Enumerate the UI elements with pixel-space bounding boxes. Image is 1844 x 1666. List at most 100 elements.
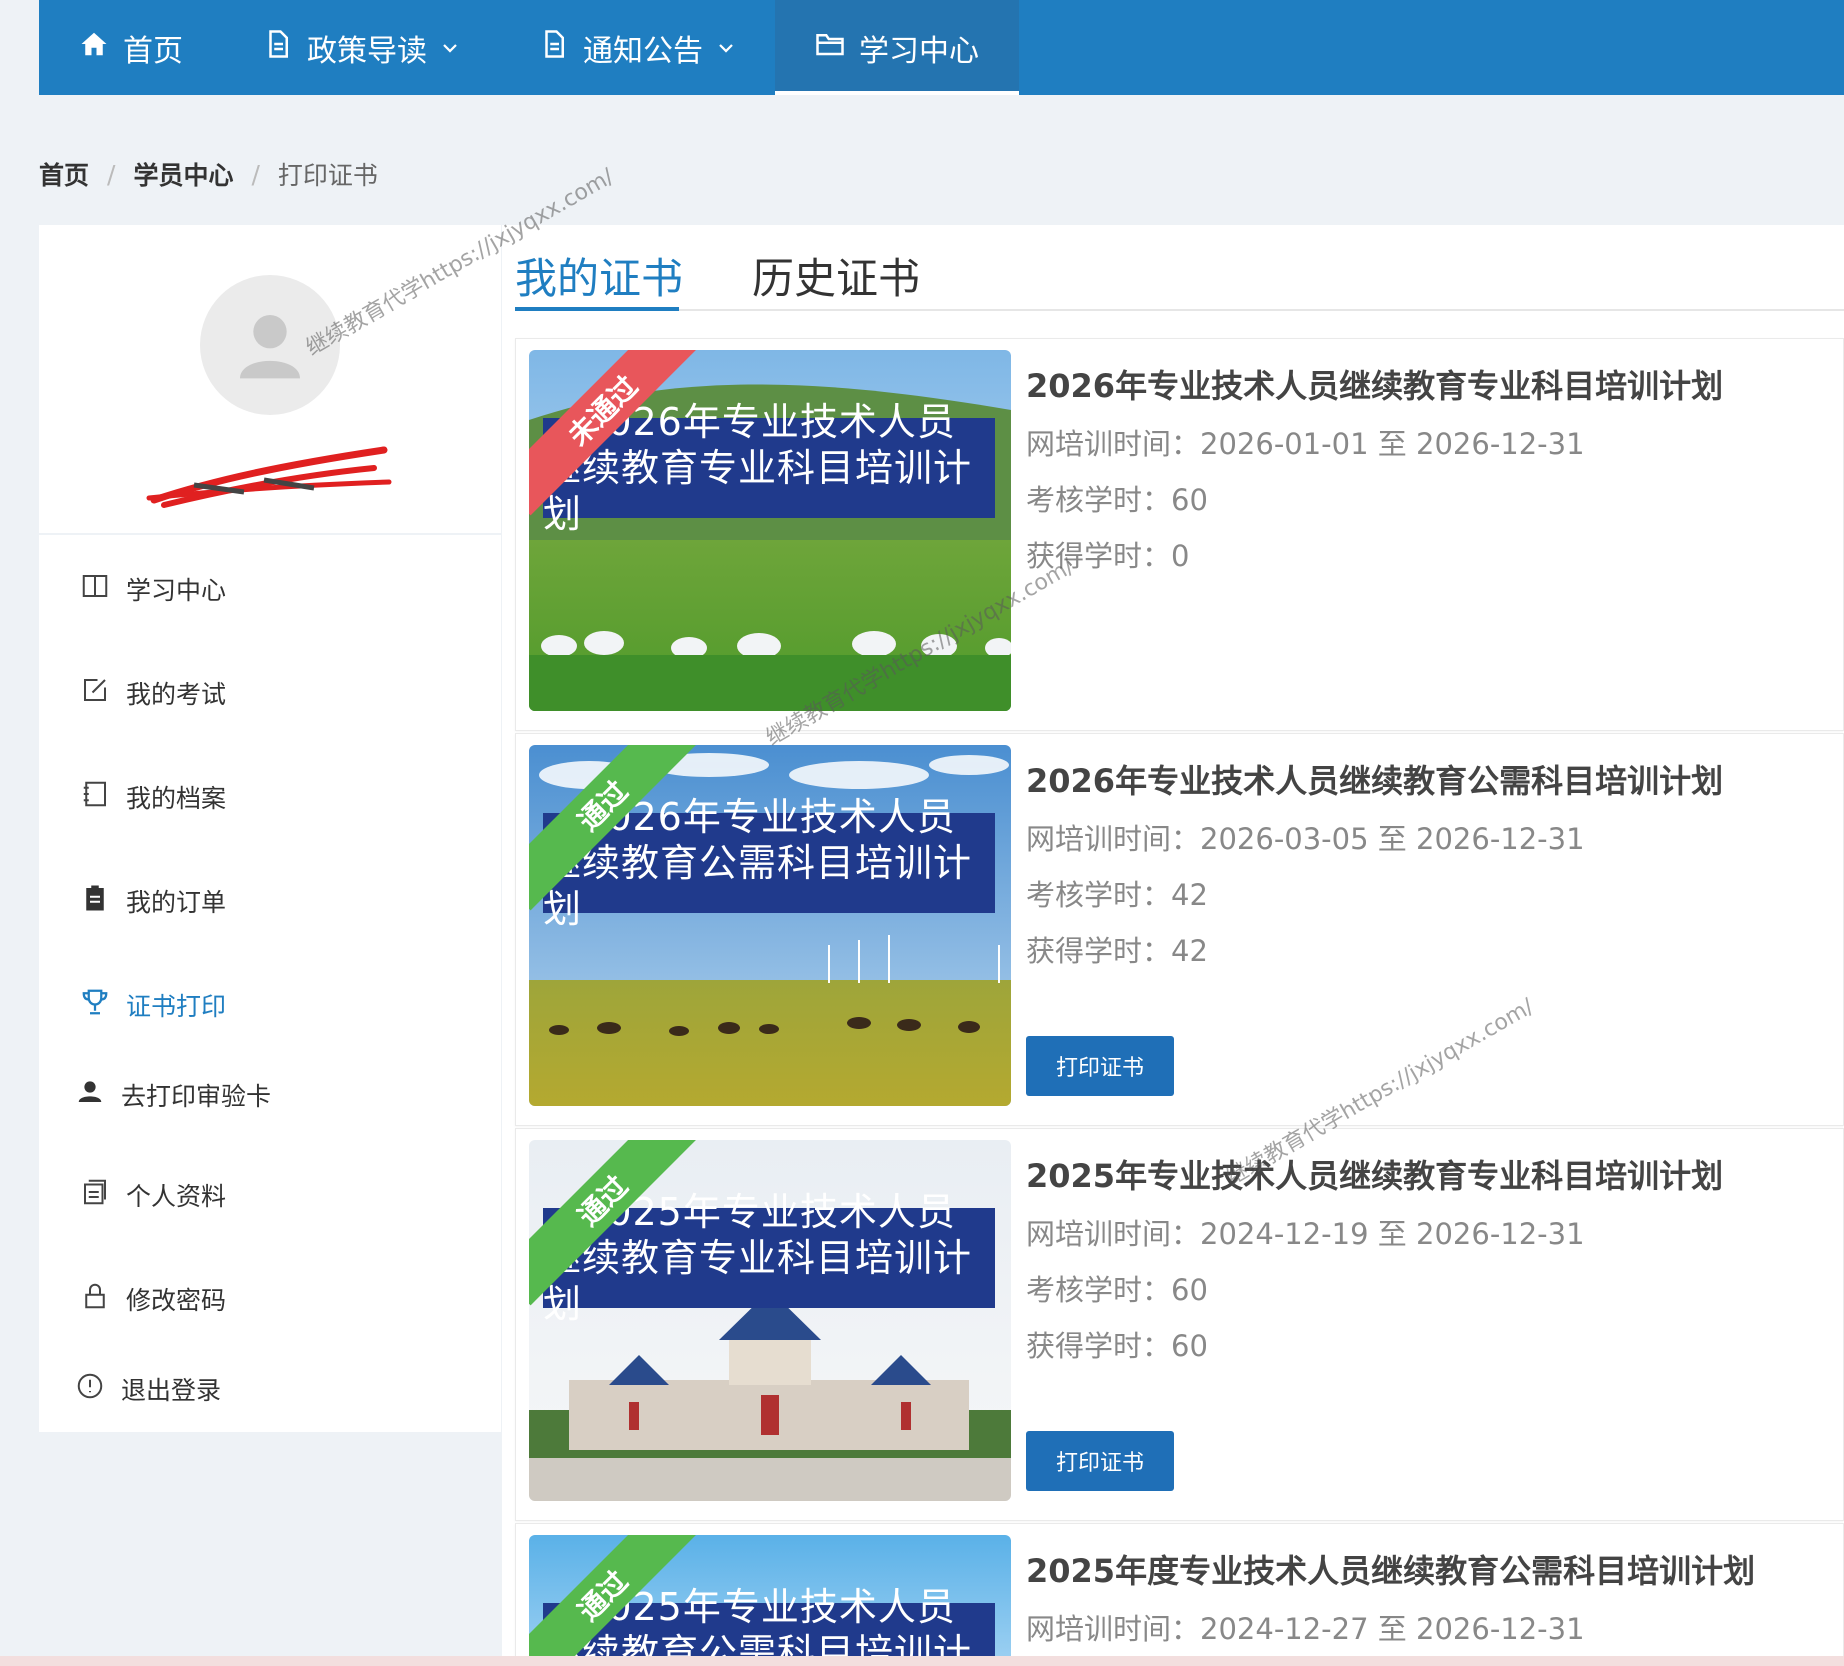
certificate-title: 2025年度专业技术人员继续教育公需科目培训计划: [1026, 1552, 1756, 1590]
period-start: 2026-01-01: [1200, 427, 1369, 461]
print-certificate-button[interactable]: 打印证书: [1026, 1036, 1174, 1096]
user-silhouette-icon: [240, 315, 300, 379]
sidebar-item-label: 我的考试: [126, 680, 227, 709]
banner-line: 继续教育专业科目培训计划: [543, 446, 973, 536]
nav-home-label: 首页: [123, 33, 183, 69]
nav-study-center-label: 学习中心: [859, 33, 979, 69]
trophy-icon: [80, 987, 110, 1023]
period-start: 2024-12-19: [1200, 1217, 1369, 1251]
period-end: 2026-12-31: [1416, 427, 1585, 461]
sidebar-item-profile[interactable]: 个人资料: [80, 1177, 226, 1213]
earned-value: 0: [1171, 539, 1190, 573]
required-value: 42: [1171, 878, 1208, 912]
required-label: 考核学时：: [1026, 1273, 1172, 1307]
sidebar-item-print-review-card[interactable]: 去打印审验卡: [75, 1077, 271, 1113]
tab-my-certificates[interactable]: 我的证书: [515, 245, 683, 306]
period-to: 至: [1377, 427, 1407, 461]
training-period: 网培训时间：2024-12-19 至 2026-12-31: [1026, 1211, 1723, 1253]
period-end: 2026-12-31: [1416, 1217, 1585, 1251]
breadcrumb-student-center[interactable]: 学员中心: [133, 156, 233, 192]
training-period: 网培训时间：2024-12-27 至 2026-12-31: [1026, 1606, 1755, 1648]
required-hours: 考核学时：60: [1026, 1267, 1723, 1309]
banner-line: 继续教育专业科目培训计划: [543, 1236, 973, 1326]
required-label: 考核学时：: [1026, 483, 1172, 517]
required-value: 60: [1171, 1273, 1208, 1307]
period-to: 至: [1377, 822, 1407, 856]
sidebar-item-label: 个人资料: [126, 1182, 227, 1211]
book-icon: [80, 571, 110, 607]
period-end: 2026-12-31: [1416, 1612, 1585, 1646]
nav-notice[interactable]: 通知公告: [499, 0, 775, 95]
period-label: 网培训时间：: [1026, 427, 1201, 461]
training-period: 网培训时间：2026-03-05 至 2026-12-31: [1026, 816, 1723, 858]
earned-value: 60: [1171, 1329, 1208, 1363]
sidebar-item-label: 我的订单: [126, 888, 227, 917]
period-start: 2024-12-27: [1200, 1612, 1369, 1646]
certificate-info: 2026年专业技术人员继续教育公需科目培训计划 网培训时间：2026-03-05…: [1026, 756, 1723, 970]
exclamation-circle-icon: [75, 1371, 105, 1407]
folder-icon: [815, 29, 845, 67]
avatar: [200, 275, 340, 415]
sidebar-item-study-center[interactable]: 学习中心: [80, 571, 226, 607]
certificate-thumbnail[interactable]: 2025年专业技术人员 继续教育专业科目培训计划 通过: [529, 1140, 1011, 1501]
redaction-scribble: [146, 446, 392, 508]
tab-history-certificates[interactable]: 历史证书: [752, 245, 920, 306]
period-label: 网培训时间：: [1026, 822, 1201, 856]
sidebar-item-my-archive[interactable]: 我的档案: [80, 779, 226, 815]
notebook-icon: [80, 779, 110, 815]
top-nav: 首页 政策导读 通知公告 学习中心: [39, 0, 1844, 95]
nav-notice-label: 通知公告: [583, 33, 703, 69]
breadcrumb-separator: /: [251, 159, 260, 189]
chevron-down-icon: [441, 30, 459, 65]
nav-policy[interactable]: 政策导读: [223, 0, 499, 95]
sidebar-item-certificate-print[interactable]: 证书打印: [80, 987, 226, 1023]
earned-hours: 获得学时：42: [1026, 928, 1723, 970]
earned-label: 获得学时：: [1026, 934, 1172, 968]
certificate-info: 2025年专业技术人员继续教育专业科目培训计划 网培训时间：2024-12-19…: [1026, 1151, 1723, 1365]
certificate-card: 2026年专业技术人员 继续教育专业科目培训计划 未通过 2026年专业技术人员…: [515, 338, 1844, 731]
clipboard-icon: [80, 883, 110, 919]
print-certificate-button[interactable]: 打印证书: [1026, 1431, 1174, 1491]
banner-line: 继续教育公需科目培训计划: [543, 841, 973, 931]
breadcrumb-separator: /: [107, 159, 116, 189]
certificate-card: 2025年专业技术人员 继续教育专业科目培训计划 通过 2025年专业技术人员继…: [515, 1128, 1844, 1521]
certificate-thumbnail[interactable]: 2026年专业技术人员 继续教育专业科目培训计划 未通过: [529, 350, 1011, 711]
sidebar-item-change-password[interactable]: 修改密码: [80, 1281, 226, 1317]
certificate-card: 2025年专业技术人员 继续教育公需科目培训计划 通过 2025年度专业技术人员…: [515, 1523, 1844, 1666]
nav-home[interactable]: 首页: [39, 0, 223, 95]
training-period: 网培训时间：2026-01-01 至 2026-12-31: [1026, 421, 1723, 463]
certificate-card: 2026年专业技术人员 继续教育公需科目培训计划 通过 2026年专业技术人员继…: [515, 733, 1844, 1126]
breadcrumb-home[interactable]: 首页: [39, 156, 89, 192]
active-tab-indicator: [515, 307, 679, 311]
required-hours: 考核学时：42: [1026, 872, 1723, 914]
sidebar-item-label: 修改密码: [126, 1286, 227, 1315]
earned-label: 获得学时：: [1026, 539, 1172, 573]
lock-icon: [80, 1281, 110, 1317]
chevron-down-icon: [717, 30, 735, 65]
certificate-info: 2026年专业技术人员继续教育专业科目培训计划 网培训时间：2026-01-01…: [1026, 361, 1723, 575]
profile-icon: [80, 1177, 110, 1213]
home-icon: [79, 29, 109, 67]
certificate-title: 2026年专业技术人员继续教育专业科目培训计划: [1026, 367, 1724, 405]
sidebar-item-logout[interactable]: 退出登录: [75, 1371, 221, 1407]
sidebar-item-my-orders[interactable]: 我的订单: [80, 883, 226, 919]
period-to: 至: [1377, 1612, 1407, 1646]
sidebar-item-label: 学习中心: [126, 576, 227, 605]
required-value: 60: [1171, 483, 1208, 517]
nav-study-center[interactable]: 学习中心: [775, 0, 1019, 95]
nav-policy-label: 政策导读: [307, 33, 427, 69]
profile-card: [39, 225, 501, 533]
sidebar-menu: 学习中心 我的考试 我的档案 我的订单 证书打印 去打印审验卡 个人资料 修改密…: [39, 535, 501, 1432]
certificate-tabs: 我的证书 历史证书: [515, 225, 1844, 311]
earned-value: 42: [1171, 934, 1208, 968]
certificate-thumbnail[interactable]: 2025年专业技术人员 继续教育公需科目培训计划 通过: [529, 1535, 1011, 1666]
period-to: 至: [1377, 1217, 1407, 1251]
sidebar-item-my-exams[interactable]: 我的考试: [80, 675, 226, 711]
document-icon: [263, 29, 293, 67]
period-label: 网培训时间：: [1026, 1217, 1201, 1251]
bottom-strip: [0, 1656, 1844, 1666]
period-end: 2026-12-31: [1416, 822, 1585, 856]
edit-icon: [80, 675, 110, 711]
sidebar-item-label: 退出登录: [121, 1376, 222, 1405]
certificate-thumbnail[interactable]: 2026年专业技术人员 继续教育公需科目培训计划 通过: [529, 745, 1011, 1106]
